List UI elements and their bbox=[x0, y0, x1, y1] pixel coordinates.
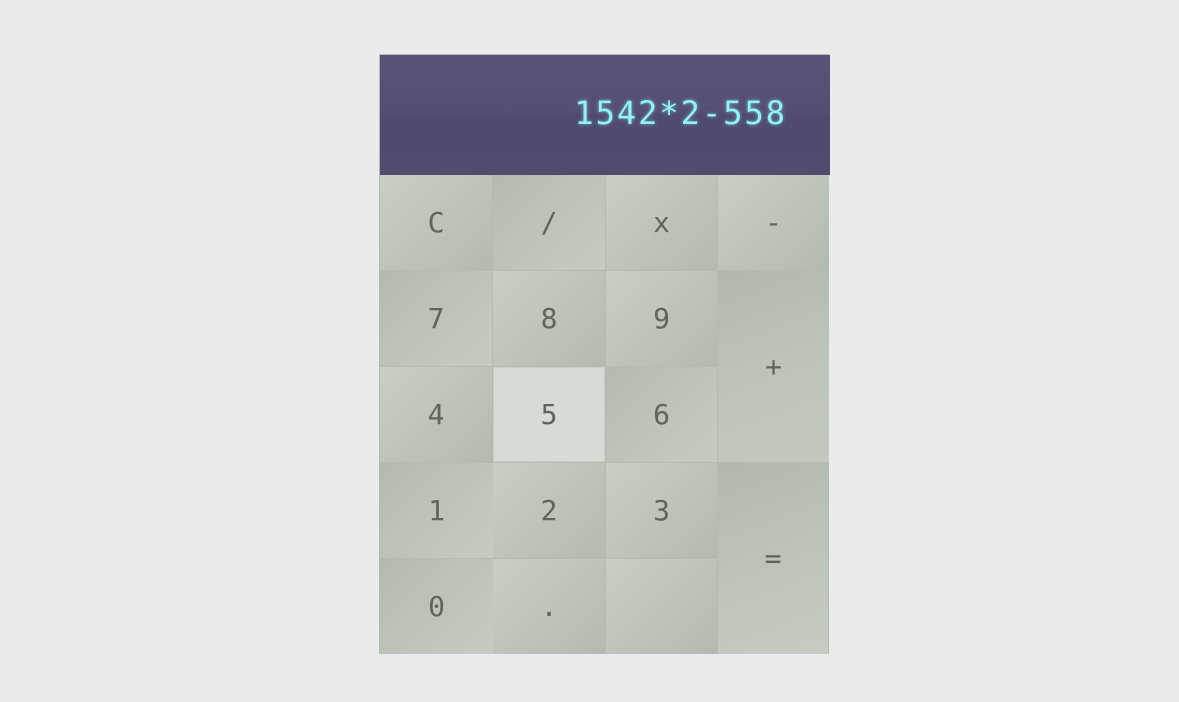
digit-5-button[interactable]: 5 bbox=[493, 367, 606, 463]
digit-8-button[interactable]: 8 bbox=[493, 271, 606, 367]
digit-3-button[interactable]: 3 bbox=[606, 463, 718, 559]
plus-button[interactable]: + bbox=[718, 271, 829, 463]
keypad: C / x - 7 8 9 + 4 5 6 1 2 3 = 0 . bbox=[380, 175, 830, 654]
clear-button[interactable]: C bbox=[380, 175, 493, 271]
minus-button[interactable]: - bbox=[718, 175, 829, 271]
calculator-display: 1542*2-558 bbox=[380, 55, 830, 175]
digit-4-button[interactable]: 4 bbox=[380, 367, 493, 463]
digit-9-button[interactable]: 9 bbox=[606, 271, 718, 367]
display-expression: 1542*2-558 bbox=[574, 94, 787, 132]
multiply-button[interactable]: x bbox=[606, 175, 718, 271]
divide-button[interactable]: / bbox=[493, 175, 606, 271]
digit-6-button[interactable]: 6 bbox=[606, 367, 718, 463]
digit-7-button[interactable]: 7 bbox=[380, 271, 493, 367]
digit-1-button[interactable]: 1 bbox=[380, 463, 493, 559]
equals-button[interactable]: = bbox=[718, 463, 829, 654]
calculator: 1542*2-558 C / x - 7 8 9 + 4 5 6 1 2 3 =… bbox=[379, 54, 830, 654]
digit-0-button[interactable]: 0 bbox=[380, 559, 493, 654]
decimal-button[interactable]: . bbox=[493, 559, 606, 654]
empty-key bbox=[606, 559, 718, 654]
digit-2-button[interactable]: 2 bbox=[493, 463, 606, 559]
